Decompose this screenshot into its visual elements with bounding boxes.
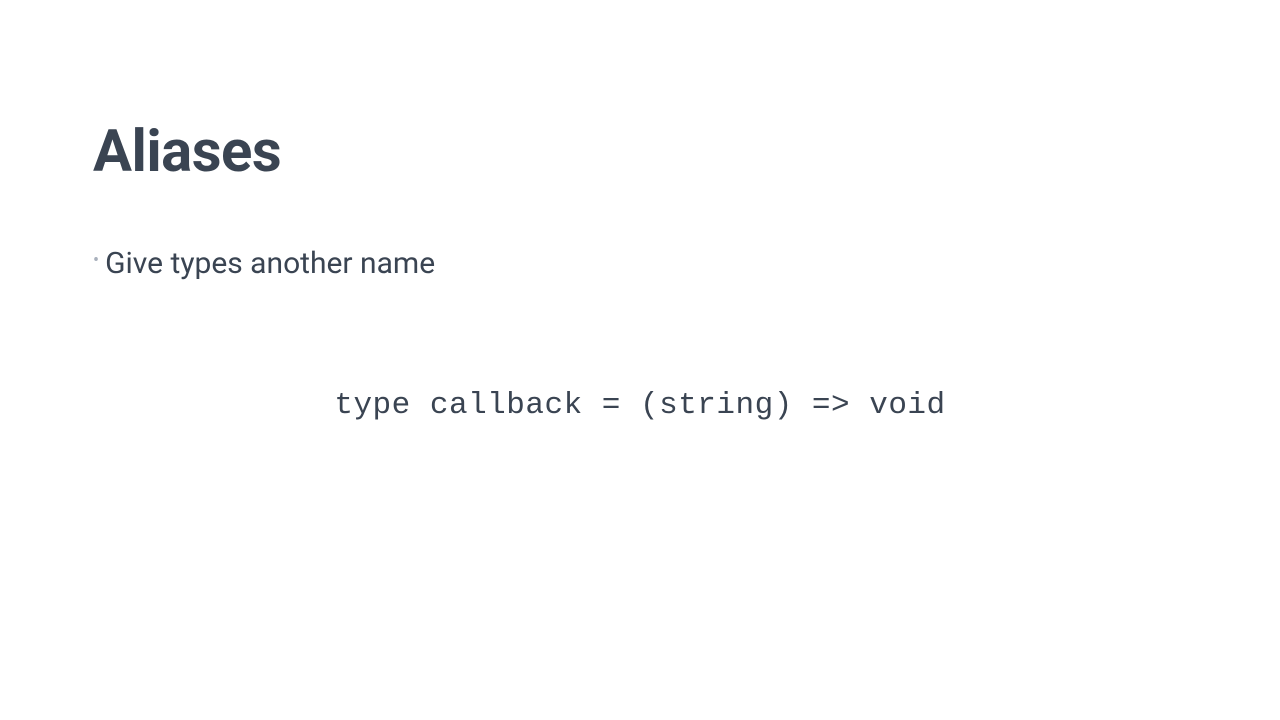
bullet-text: Give types another name (105, 244, 435, 283)
bullet-item: • Give types another name (93, 244, 435, 283)
code-text: type callback = (string) => void (334, 388, 945, 423)
code-block: type callback = (string) => void (0, 388, 1280, 423)
slide-container: Aliases • Give types another name type c… (0, 0, 1280, 720)
slide-title: Aliases (93, 118, 281, 186)
bullet-marker-icon: • (93, 246, 99, 276)
